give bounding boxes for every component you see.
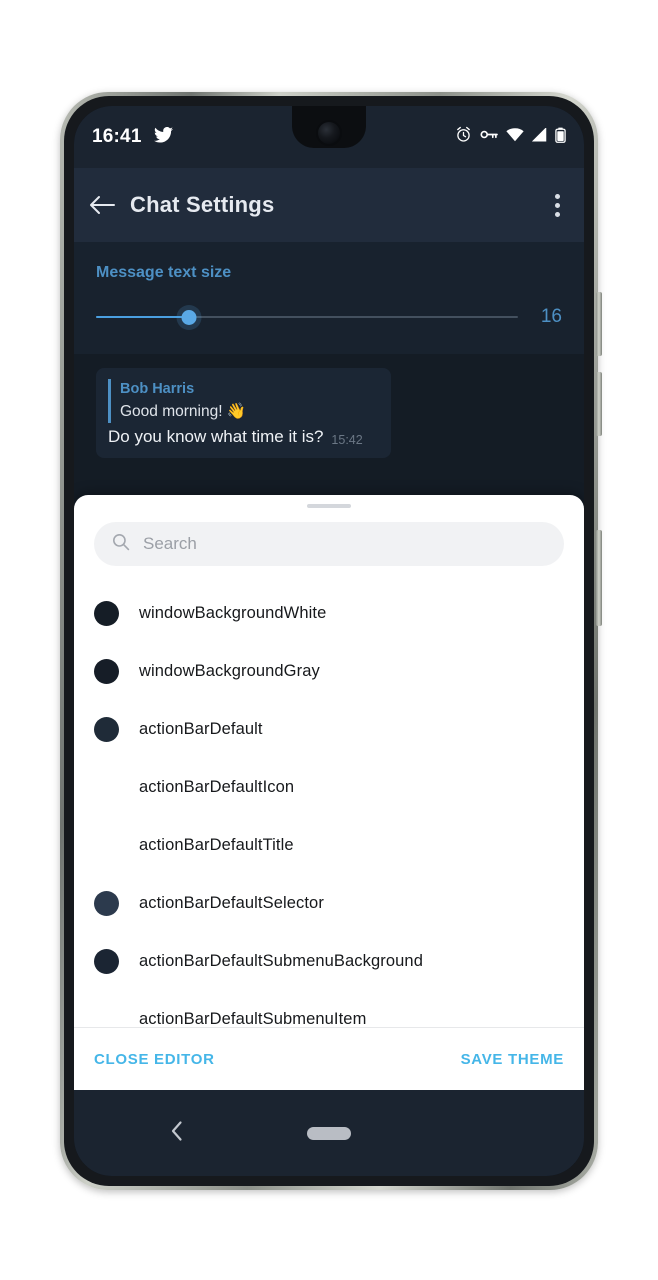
message-text: Do you know what time it is?	[108, 427, 324, 447]
theme-key-label: actionBarDefaultSubmenuBackground	[139, 951, 423, 970]
color-swatch[interactable]	[94, 600, 119, 626]
theme-key-row[interactable]: actionBarDefaultSelector	[74, 874, 584, 932]
color-swatch[interactable]	[94, 890, 119, 916]
battery-icon	[555, 127, 566, 148]
color-swatch	[94, 775, 119, 800]
message-row: Do you know what time it is? 15:42	[108, 426, 379, 449]
cellular-signal-icon	[531, 126, 547, 147]
color-swatch[interactable]	[94, 948, 119, 974]
screenshot-root: 16:41 Chat Settings Message text size 16…	[0, 0, 658, 1280]
status-bar-left: 16:41	[74, 126, 173, 148]
wifi-icon	[506, 127, 524, 147]
text-size-slider-row: 16	[96, 306, 562, 328]
theme-editor-sheet: Search windowBackgroundWhite windowBackgr…	[74, 495, 584, 1090]
twitter-bird-icon	[153, 126, 173, 148]
back-arrow-icon[interactable]	[74, 195, 130, 215]
reply-message-text: Good morning! 👋	[120, 403, 247, 421]
action-bar: Chat Settings	[74, 168, 584, 242]
vpn-key-icon	[480, 128, 498, 146]
message-bubble: Bob Harris Good morning! 👋 Do you know w…	[96, 368, 391, 459]
overflow-menu-icon[interactable]	[555, 193, 584, 217]
color-swatch	[94, 833, 119, 858]
android-nav-bar	[74, 1090, 584, 1176]
search-placeholder: Search	[143, 534, 197, 553]
message-timestamp: 15:42	[331, 433, 363, 448]
save-theme-button[interactable]: SAVE THEME	[461, 1051, 564, 1068]
text-size-slider[interactable]	[96, 308, 518, 326]
theme-key-row[interactable]: windowBackgroundWhite	[74, 584, 584, 642]
search-icon	[112, 533, 130, 556]
theme-key-label: windowBackgroundGray	[139, 661, 320, 680]
theme-key-row[interactable]: actionBarDefault	[74, 700, 584, 758]
menu-dot	[555, 211, 560, 217]
home-gesture-pill[interactable]	[307, 1126, 351, 1140]
color-swatch[interactable]	[94, 658, 119, 684]
volume-up-button[interactable]	[596, 292, 602, 356]
theme-key-row[interactable]: actionBarDefaultSubmenuBackground	[74, 932, 584, 990]
camera-notch	[292, 106, 366, 148]
status-bar-right	[455, 126, 584, 148]
theme-key-row[interactable]: actionBarDefaultIcon	[74, 758, 584, 816]
status-time: 16:41	[92, 126, 142, 147]
phone-screen: 16:41 Chat Settings Message text size 16…	[74, 106, 584, 1176]
theme-key-label: actionBarDefaultSelector	[139, 893, 324, 912]
theme-key-row[interactable]: windowBackgroundGray	[74, 642, 584, 700]
message-text-size-section: Message text size 16	[74, 242, 584, 354]
slider-track-fill	[96, 316, 189, 318]
reply-quote[interactable]: Bob Harris Good morning! 👋	[108, 379, 379, 424]
power-button[interactable]	[596, 530, 602, 626]
volume-down-button[interactable]	[596, 372, 602, 436]
reply-author-name: Bob Harris	[120, 381, 195, 397]
theme-key-row[interactable]: actionBarDefaultTitle	[74, 816, 584, 874]
menu-dot	[555, 202, 560, 208]
color-swatch[interactable]	[94, 716, 119, 742]
search-field[interactable]: Search	[94, 522, 564, 566]
chat-preview: Bob Harris Good morning! 👋 Do you know w…	[74, 354, 584, 459]
slider-thumb[interactable]	[181, 310, 197, 325]
close-editor-button[interactable]: CLOSE EDITOR	[94, 1051, 215, 1068]
theme-key-label: windowBackgroundWhite	[139, 603, 327, 622]
nav-back-chevron-icon[interactable]	[169, 1120, 185, 1147]
theme-key-list[interactable]: windowBackgroundWhite windowBackgroundGra…	[74, 570, 584, 1027]
menu-dot	[555, 193, 560, 199]
theme-key-label: actionBarDefaultTitle	[139, 835, 294, 854]
color-swatch	[94, 1007, 119, 1028]
message-text-size-label: Message text size	[96, 264, 232, 281]
sheet-action-bar: CLOSE EDITOR SAVE THEME	[74, 1028, 584, 1090]
theme-key-row[interactable]: actionBarDefaultSubmenuItem	[74, 990, 584, 1028]
text-size-value: 16	[540, 306, 562, 327]
page-title: Chat Settings	[130, 192, 275, 217]
theme-key-label: actionBarDefaultIcon	[139, 777, 295, 796]
sheet-drag-handle[interactable]	[307, 504, 351, 508]
theme-key-label: actionBarDefaultSubmenuItem	[139, 1009, 367, 1028]
theme-key-label: actionBarDefault	[139, 719, 263, 738]
alarm-clock-icon	[455, 126, 472, 148]
